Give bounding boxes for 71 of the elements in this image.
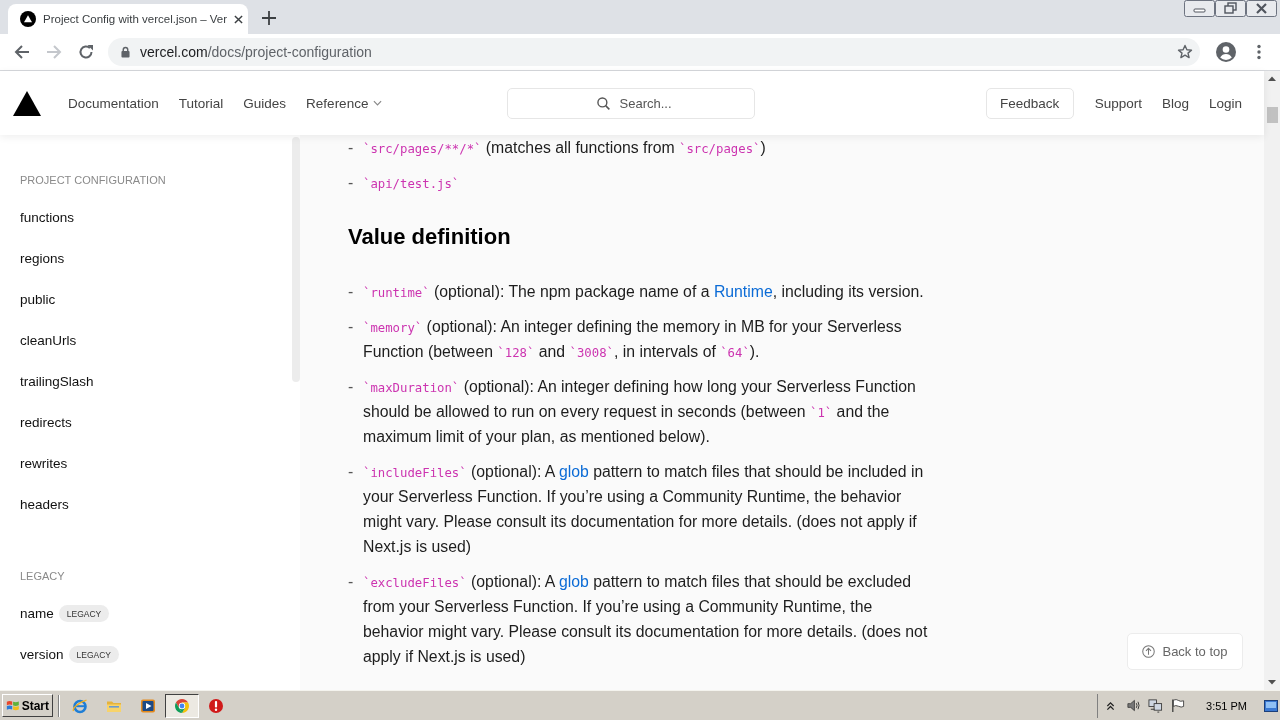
- sidebar-item[interactable]: trailingSlash: [20, 374, 94, 389]
- section-heading: Value definition: [348, 223, 512, 251]
- address-bar[interactable]: vercel.com/docs/project-configuration: [108, 38, 1200, 66]
- nav-link[interactable]: Documentation: [68, 95, 159, 111]
- back-to-top-button[interactable]: Back to top: [1127, 633, 1243, 670]
- text-link[interactable]: glob: [558, 463, 589, 480]
- close-icon[interactable]: [1246, 0, 1277, 17]
- sidebar-item[interactable]: version LEGACY: [20, 646, 120, 663]
- list-item-text: `maxDuration` (optional): An integer defining how long your Serverless Function should be allowed to run on every request in seconds (between `1` and the maximum limit of your plan, as mentioned below).: [363, 377, 917, 447]
- sidebar-item[interactable]: cleanUrls: [20, 333, 77, 348]
- list-bullet: -: [348, 173, 355, 193]
- minimize-icon[interactable]: [1184, 0, 1215, 17]
- sidebar-item[interactable]: regions: [20, 251, 65, 266]
- nav-link[interactable]: Reference: [306, 95, 383, 111]
- search-field[interactable]: Search...: [506, 87, 755, 119]
- list-bullet: -: [348, 282, 355, 302]
- list-item-text: `excludeFiles` (optional): A glob pattern to match files that should be excluded from your Serverless Function. If you’re using a Community Runtime, the behavior might vary. Please consult its documentation for more details. (does not apply if Next.js is used): [363, 572, 929, 667]
- start-button[interactable]: Start: [2, 694, 53, 717]
- legacy-tag: LEGACY: [58, 605, 110, 622]
- reload-icon[interactable]: [78, 44, 94, 60]
- list-item-text: `src/pages/**/*` (matches all functions from `src/pages`): [363, 138, 766, 158]
- triangle-logo-icon[interactable]: [13, 90, 41, 116]
- text-link[interactable]: glob: [558, 573, 589, 590]
- speaker-icon[interactable]: [1126, 698, 1142, 713]
- text-link[interactable]: Runtime: [713, 283, 773, 300]
- header-link[interactable]: Login: [1208, 95, 1242, 111]
- sidebar-item[interactable]: public: [20, 292, 56, 307]
- sidebar-item[interactable]: name LEGACY: [20, 605, 110, 622]
- header-link[interactable]: Support: [1094, 95, 1142, 111]
- desktop-icon[interactable]: [1264, 698, 1278, 713]
- sidebar-item[interactable]: redirects: [20, 415, 72, 430]
- sidebar-item[interactable]: headers: [20, 497, 69, 512]
- person-silhouette-icon[interactable]: [1216, 42, 1236, 62]
- triangle-logo-icon: [20, 11, 36, 27]
- list-item-text: `api/test.js`: [363, 176, 460, 193]
- list-bullet: -: [348, 462, 355, 482]
- list-bullet: -: [348, 377, 355, 397]
- scrollbar-thumb[interactable]: [292, 137, 300, 382]
- browser-tab[interactable]: Project Config with vercel.json – Ver: [8, 4, 248, 34]
- page-scrollbar[interactable]: [1264, 71, 1280, 690]
- network-icon[interactable]: [1148, 698, 1164, 713]
- plus-icon[interactable]: [262, 11, 276, 25]
- nav-link[interactable]: Guides: [243, 95, 287, 111]
- sidebar-heading: LEGACY: [20, 569, 66, 583]
- list-item-text: `memory` (optional): An integer defining the memory in MB for your Serverless Function (between `128` and `3008`, in intervals of `64`).: [363, 317, 903, 362]
- arrow-up-circle-icon: [1142, 645, 1156, 658]
- list-item-text: `runtime` (optional): The npm package name of a Runtime, including its version.: [363, 282, 924, 302]
- lock-icon: [121, 46, 130, 58]
- list-bullet: -: [348, 317, 355, 337]
- nav-link[interactable]: Tutorial: [178, 95, 224, 111]
- flag-logo-icon: [6, 699, 20, 712]
- clock[interactable]: 3:51 PM: [1206, 699, 1247, 712]
- list-bullet: -: [348, 138, 355, 158]
- flag-icon[interactable]: [1170, 698, 1186, 713]
- chevron-up-icon[interactable]: [1106, 699, 1116, 712]
- back-arrow-icon[interactable]: [14, 44, 30, 60]
- list-bullet: -: [348, 572, 355, 592]
- sidebar-item[interactable]: rewrites: [20, 456, 68, 471]
- scrollbar-thumb[interactable]: [1266, 107, 1278, 123]
- feedback-button[interactable]: Feedback: [985, 87, 1074, 119]
- sidebar-heading: PROJECT CONFIGURATION: [20, 173, 167, 187]
- restore-icon[interactable]: [1215, 0, 1246, 17]
- circle-logo-icon[interactable]: [165, 693, 199, 718]
- list-item-text: `includeFiles` (optional): A glob pattern to match files that should be included in your Serverless Function. If you’re using a Community Runtime, the behavior might vary. Please consult its documentation for more details. (does not apply if Next.js is used): [363, 462, 925, 557]
- search-icon: [596, 96, 610, 110]
- legacy-tag: LEGACY: [68, 646, 120, 663]
- header-link[interactable]: Blog: [1161, 95, 1189, 111]
- sidebar-item[interactable]: functions: [20, 210, 75, 225]
- star-icon[interactable]: [1177, 44, 1193, 60]
- menu-icon[interactable]: [1257, 44, 1261, 60]
- close-icon[interactable]: [234, 14, 244, 24]
